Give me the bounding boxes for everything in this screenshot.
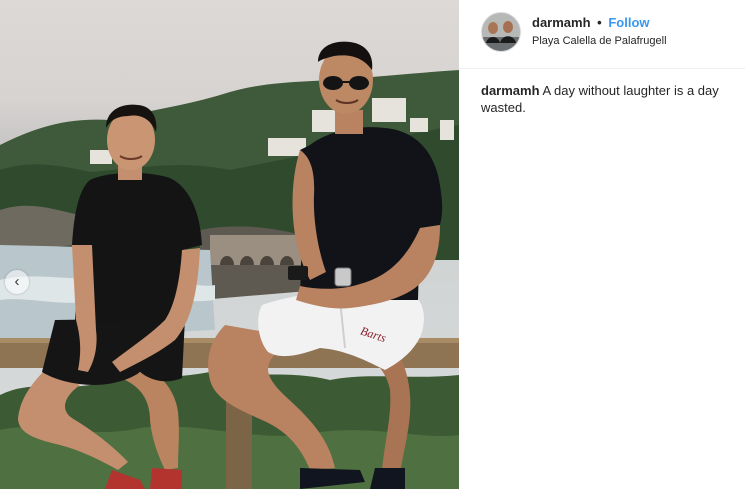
post-header: darmamh • Follow Playa Calella de Palafr… <box>459 0 745 69</box>
avatar-picture <box>482 13 520 51</box>
coastal-rocks <box>0 205 80 250</box>
header-user-row: darmamh • Follow <box>532 15 650 30</box>
profile-avatar[interactable] <box>481 12 521 52</box>
post-caption: darmamh A day without laughter is a day … <box>481 82 743 116</box>
previous-image-arrow-icon[interactable]: ‹ <box>5 270 29 294</box>
photo-illustration: Barts <box>0 41 459 489</box>
post-details-panel: darmamh • Follow Playa Calella de Palafr… <box>459 0 745 489</box>
follow-button[interactable]: Follow <box>608 15 649 30</box>
location-link[interactable]: Playa Calella de Palafrugell <box>532 35 667 47</box>
username-link[interactable]: darmamh <box>532 15 591 30</box>
separator-dot: • <box>597 15 602 30</box>
caption-username-link[interactable]: darmamh <box>481 83 540 98</box>
post-photo[interactable]: Barts ‹ <box>0 0 459 489</box>
stone-bridge <box>210 235 305 265</box>
instagram-post: Barts ‹ darmamh • Follow Playa Calella d… <box>0 0 745 489</box>
